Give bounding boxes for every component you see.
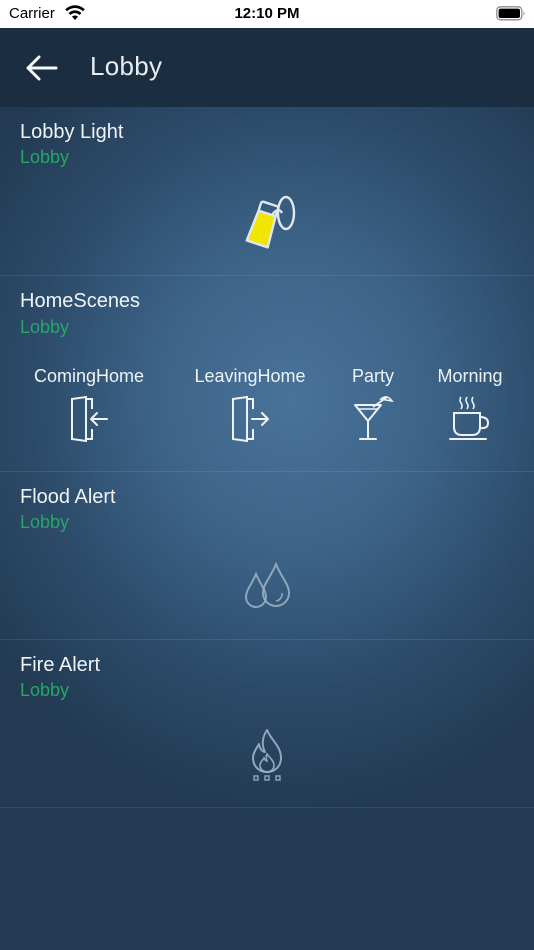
scene-coming-home[interactable]: ComingHome <box>29 366 149 443</box>
cocktail-icon <box>354 396 394 440</box>
battery-icon <box>496 6 525 21</box>
flame-icon[interactable] <box>247 728 289 782</box>
back-button[interactable] <box>22 50 62 86</box>
status-bar: Carrier 12:10 PM <box>0 0 534 28</box>
clock: 12:10 PM <box>234 5 300 22</box>
arrow-left-icon <box>26 55 58 81</box>
scene-morning[interactable]: Morning <box>410 366 530 443</box>
door-exit-icon <box>232 395 269 443</box>
scene-leaving-home[interactable]: LeavingHome <box>190 366 310 443</box>
device-card-lobby-light[interactable]: Lobby Light Lobby <box>0 107 534 276</box>
scene-label: LeavingHome <box>194 366 306 386</box>
door-enter-icon <box>71 395 108 443</box>
device-card-flood-alert[interactable]: Flood Alert Lobby <box>0 472 534 640</box>
device-title: Lobby Light <box>20 121 124 143</box>
room-label: Lobby <box>20 317 70 337</box>
navbar: Lobby <box>0 28 534 107</box>
device-title: Flood Alert <box>20 486 116 508</box>
room-label: Lobby <box>20 512 70 532</box>
coffee-cup-icon <box>449 396 490 440</box>
device-title: Fire Alert <box>20 654 101 676</box>
room-label: Lobby <box>20 680 70 700</box>
wall-lamp-icon[interactable] <box>236 191 300 253</box>
device-card-fire-alert[interactable]: Fire Alert Lobby <box>0 640 534 808</box>
room-label: Lobby <box>20 147 70 167</box>
device-title: HomeScenes <box>20 290 141 312</box>
water-drops-icon[interactable] <box>242 562 294 612</box>
scene-label: Morning <box>437 366 503 386</box>
page-title: Lobby <box>90 51 163 81</box>
scene-label: ComingHome <box>33 366 145 386</box>
scenes-card: HomeScenes Lobby ComingHome LeavingHome … <box>0 276 534 472</box>
